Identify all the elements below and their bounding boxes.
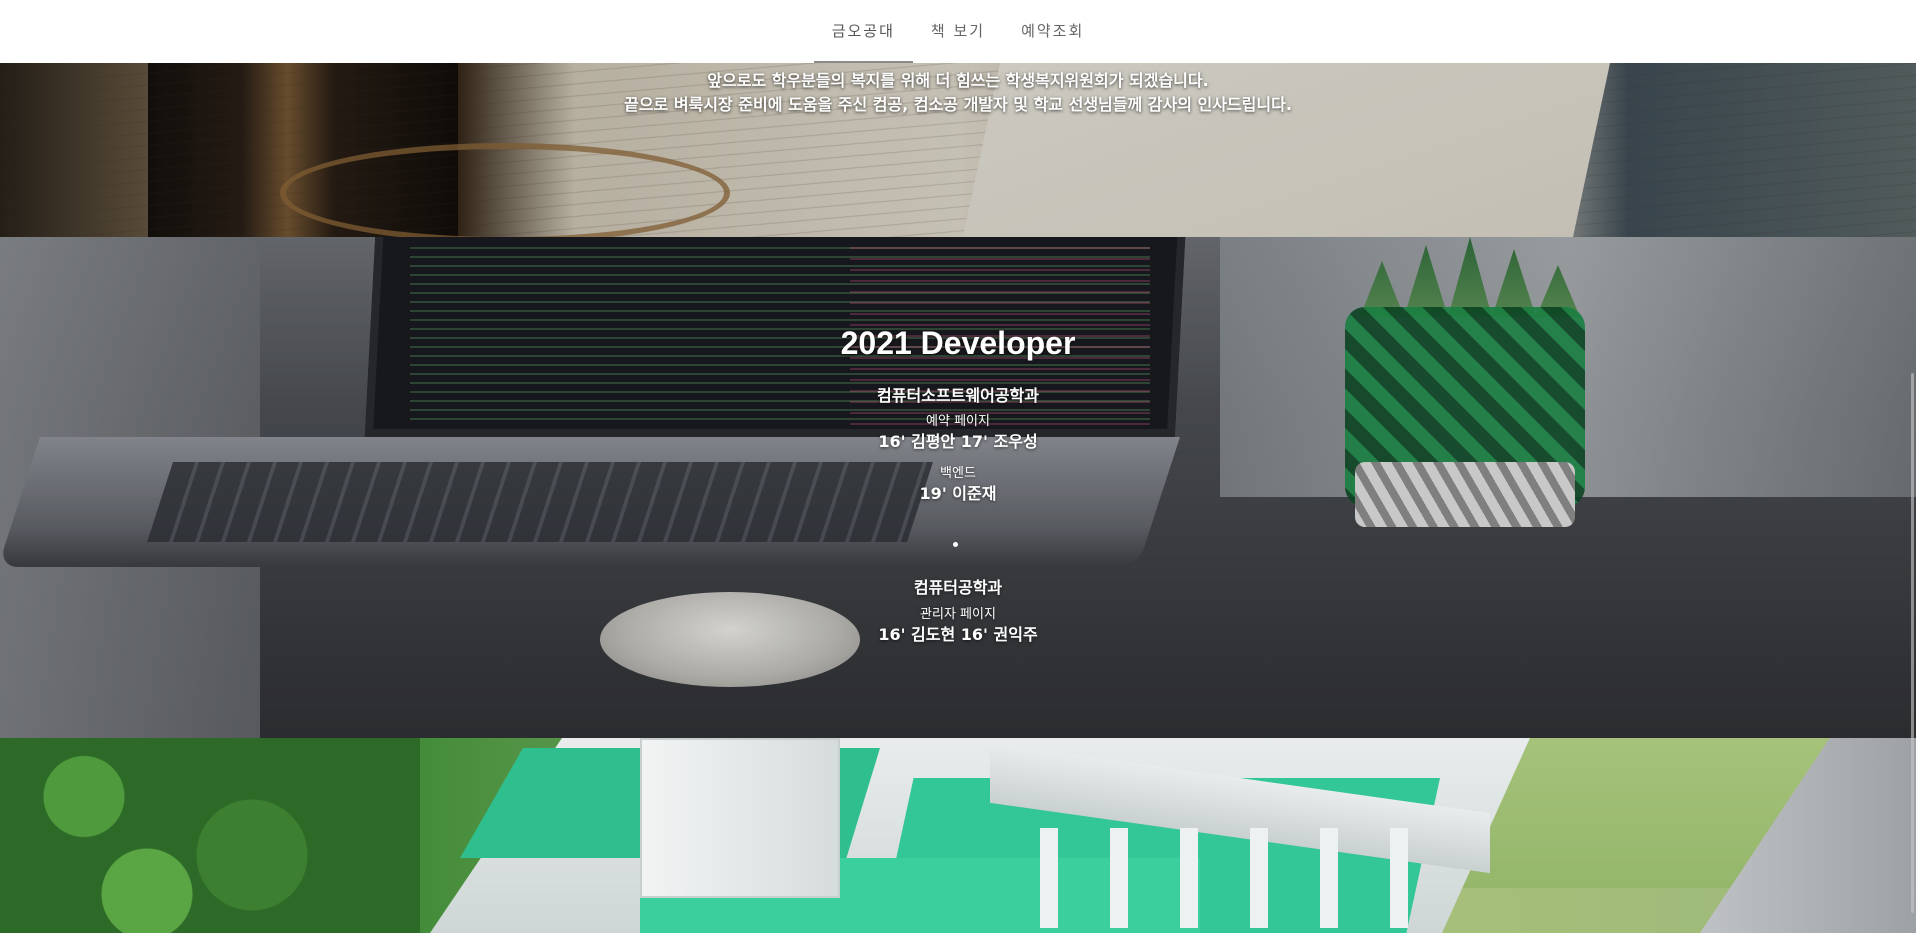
names-backend: 19' 이준재 xyxy=(919,484,997,503)
role-admin-page: 관리자 페이지 xyxy=(920,607,996,622)
names-admin-page: 16' 김도현 16' 권익주 xyxy=(878,625,1038,644)
campus-section xyxy=(0,738,1916,933)
developer-title: 2021 Developer xyxy=(840,325,1076,361)
department-computer-engineering: 컴퓨터공학과 xyxy=(913,578,1003,597)
thanks-line-1: 앞으로도 학우분들의 복지를 위해 더 힘쓰는 학생복지위원회가 되겠습니다. xyxy=(707,71,1209,90)
thanks-section: 앞으로도 학우분들의 복지를 위해 더 힘쓰는 학생복지위원회가 되겠습니다. … xyxy=(0,63,1916,237)
names-reservation-page: 16' 김평안 17' 조우성 xyxy=(878,432,1038,451)
department-software: 컴퓨터소프트웨어공학과 xyxy=(877,386,1039,405)
role-reservation-page: 예약 페이지 xyxy=(926,414,990,429)
scrollbar-thumb[interactable] xyxy=(1911,373,1914,913)
nav-items: 금오공대 책 보기 예약조회 xyxy=(813,0,1103,63)
building-tower xyxy=(640,738,840,898)
developer-section: 2021 Developer 컴퓨터소프트웨어공학과 예약 페이지 16' 김평… xyxy=(0,237,1916,738)
thanks-line-2: 끝으로 벼룩시장 준비에 도움을 주신 컴공, 컴소공 개발자 및 학교 선생님… xyxy=(624,95,1292,114)
top-navigation: 금오공대 책 보기 예약조회 xyxy=(0,0,1916,63)
separator-dot xyxy=(953,542,958,547)
developer-credits: 2021 Developer 컴퓨터소프트웨어공학과 예약 페이지 16' 김평… xyxy=(0,237,1916,738)
nav-item-kumoh[interactable]: 금오공대 xyxy=(813,0,914,63)
thanks-text: 앞으로도 학우분들의 복지를 위해 더 힘쓰는 학생복지위원회가 되겠습니다. … xyxy=(0,69,1916,117)
nav-item-books[interactable]: 책 보기 xyxy=(913,0,1003,63)
building-pillars xyxy=(1040,828,1460,928)
nav-item-reservation-check[interactable]: 예약조회 xyxy=(1003,0,1102,63)
page-scrollbar[interactable] xyxy=(1908,63,1916,933)
role-backend: 백엔드 xyxy=(940,466,976,481)
campus-trees-image xyxy=(0,738,420,933)
